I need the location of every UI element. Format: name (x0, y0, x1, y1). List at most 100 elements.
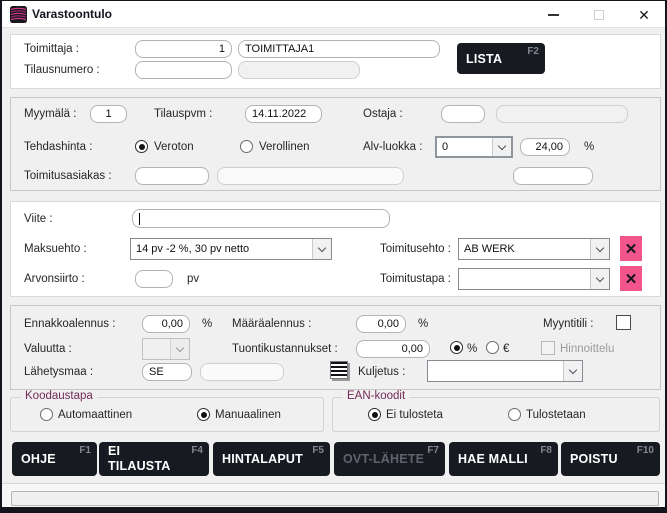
window-title: Varastoontulo (32, 7, 112, 21)
viite-input[interactable] (132, 209, 390, 228)
chevron-down-icon (596, 273, 604, 281)
poistu-button[interactable]: POISTU F10 (561, 442, 660, 476)
arvonsiirto-field[interactable] (135, 270, 173, 288)
toimitusasiakas-extra-field[interactable] (513, 167, 593, 185)
chevron-down-icon (569, 365, 577, 373)
toimitustapa-select[interactable] (458, 268, 610, 290)
ostaja-name-field (496, 105, 628, 123)
alv-percent-field[interactable]: 24,00 (520, 138, 570, 156)
koodaustapa-title: Koodaustapa (21, 390, 97, 402)
hintalaput-button[interactable]: HINTALAPUT F5 (213, 442, 330, 476)
ovt-lahete-button-label: OVT-LÄHETE (343, 442, 424, 476)
hae-malli-button[interactable]: HAE MALLI F8 (449, 442, 558, 476)
radio-automaattinen[interactable] (40, 408, 53, 421)
minimize-icon (548, 14, 559, 16)
ei-tilausta-button-fkey: F4 (191, 445, 203, 456)
maximize-button[interactable] (582, 1, 616, 28)
clear-toimitusehto-button[interactable]: ✕ (620, 236, 642, 261)
lahetysmaa-label: Lähetysmaa : (24, 366, 93, 378)
radio-tulostetaan[interactable] (508, 408, 521, 421)
alv-luokka-value: 0 (437, 141, 492, 153)
maksuehto-label: Maksuehto : (24, 243, 87, 255)
ostaja-label: Ostaja : (363, 108, 403, 120)
radio-veroton[interactable] (135, 140, 148, 153)
ennakkoalennus-label: Ennakkoalennus : (24, 318, 115, 330)
radio-verollinen[interactable] (240, 140, 253, 153)
lahetysmaa-code-field[interactable]: SE (142, 363, 192, 381)
ohje-button-label: OHJE (21, 442, 56, 476)
ean-koodit-title: EAN-koodit (343, 390, 409, 402)
toimittaja-name-field[interactable]: TOIMITTAJA1 (238, 40, 440, 58)
clear-toimitustapa-button[interactable]: ✕ (620, 266, 642, 291)
valuutta-select (142, 338, 190, 360)
myyntitili-checkbox[interactable] (616, 315, 631, 330)
radio-ei-tulosteta[interactable] (368, 408, 381, 421)
tilausnumero-code-field[interactable] (135, 61, 232, 79)
valuutta-dropdown-button (170, 339, 189, 359)
toimitusasiakas-code-field[interactable] (135, 167, 209, 185)
myymala-field[interactable]: 1 (90, 105, 127, 123)
maksuehto-dropdown-button[interactable] (312, 239, 331, 259)
lahetysmaa-name-field (200, 363, 284, 381)
ohje-button[interactable]: OHJE F1 (12, 442, 97, 476)
ohje-button-fkey: F1 (79, 445, 91, 456)
poistu-button-label: POISTU (570, 442, 618, 476)
tilausnumero-label: Tilausnumero : (24, 64, 100, 76)
maksuehto-value: 14 pv -2 %, 30 pv netto (131, 243, 312, 255)
close-button[interactable]: ✕ (627, 1, 661, 28)
radio-tuonti-euro[interactable] (486, 341, 499, 354)
chevron-down-icon (498, 141, 506, 149)
ostaja-code-field[interactable] (441, 105, 485, 123)
alv-luokka-dropdown-button[interactable] (492, 138, 511, 156)
verollinen-label: Verollinen (259, 141, 310, 153)
ean-koodit-groupbox: EAN-koodit (332, 397, 660, 432)
hae-malli-button-fkey: F8 (540, 445, 552, 456)
kuljetus-select[interactable] (427, 360, 583, 382)
maksuehto-select[interactable]: 14 pv -2 %, 30 pv netto (130, 238, 332, 260)
tulostetaan-label: Tulostetaan (526, 409, 586, 421)
myyntitili-label: Myyntitili : (543, 318, 593, 330)
chevron-down-icon (596, 243, 604, 251)
myymala-label: Myymälä : (24, 108, 76, 120)
tuonti-euro-label: € (503, 343, 509, 355)
lista-button[interactable]: LISTA F2 (457, 43, 545, 74)
radio-tuonti-percent[interactable] (450, 341, 463, 354)
ennakkoalennus-field[interactable]: 0,00 (142, 315, 190, 333)
maaraalennus-field[interactable]: 0,00 (356, 315, 406, 333)
minimize-button[interactable] (536, 1, 570, 28)
toimitustapa-label: Toimitustapa : (380, 273, 451, 285)
arvonsiirto-label: Arvonsiirto : (24, 273, 85, 285)
toimittaja-label: Toimittaja : (24, 43, 79, 55)
ovt-lahete-button-fkey: F7 (427, 445, 439, 456)
ei-tilausta-button[interactable]: EI TILAUSTA F4 (99, 442, 209, 476)
veroton-label: Veroton (154, 141, 194, 153)
toimitusehto-select[interactable]: AB WERK (458, 238, 610, 260)
text-cursor (139, 213, 140, 225)
toimitusehto-dropdown-button[interactable] (590, 239, 609, 259)
lista-button-fkey: F2 (527, 46, 539, 57)
tuonti-percent-label: % (467, 343, 477, 355)
maaraalennus-unit: % (418, 318, 428, 330)
tilauspvm-label: Tilauspvm : (154, 108, 212, 120)
close-icon: ✕ (638, 8, 650, 22)
country-list-icon[interactable] (330, 361, 348, 379)
alv-luokka-select[interactable]: 0 (435, 136, 513, 158)
tuontikustannukset-field[interactable]: 0,00 (356, 340, 430, 358)
lista-button-label: LISTA (466, 43, 502, 74)
hae-malli-button-label: HAE MALLI (458, 442, 528, 476)
ennakkoalennus-unit: % (202, 318, 212, 330)
toimitustapa-dropdown-button[interactable] (590, 269, 609, 289)
hintalaput-button-label: HINTALAPUT (222, 442, 303, 476)
ei-tulosteta-label: Ei tulosteta (386, 409, 443, 421)
clear-x-icon: ✕ (625, 270, 638, 288)
kuljetus-dropdown-button[interactable] (563, 361, 582, 381)
hinnoittelu-checkbox (541, 341, 555, 355)
tilauspvm-field[interactable]: 14.11.2022 (245, 105, 322, 123)
valuutta-label: Valuutta : (24, 343, 72, 355)
toimittaja-code-field[interactable]: 1 (135, 40, 232, 58)
viite-label: Viite : (24, 213, 53, 225)
ei-tilausta-button-label: EI TILAUSTA (108, 442, 182, 476)
arvonsiirto-unit: pv (187, 273, 199, 285)
alv-luokka-label: Alv-luokka : (363, 141, 422, 153)
radio-manuaalinen[interactable] (197, 408, 210, 421)
